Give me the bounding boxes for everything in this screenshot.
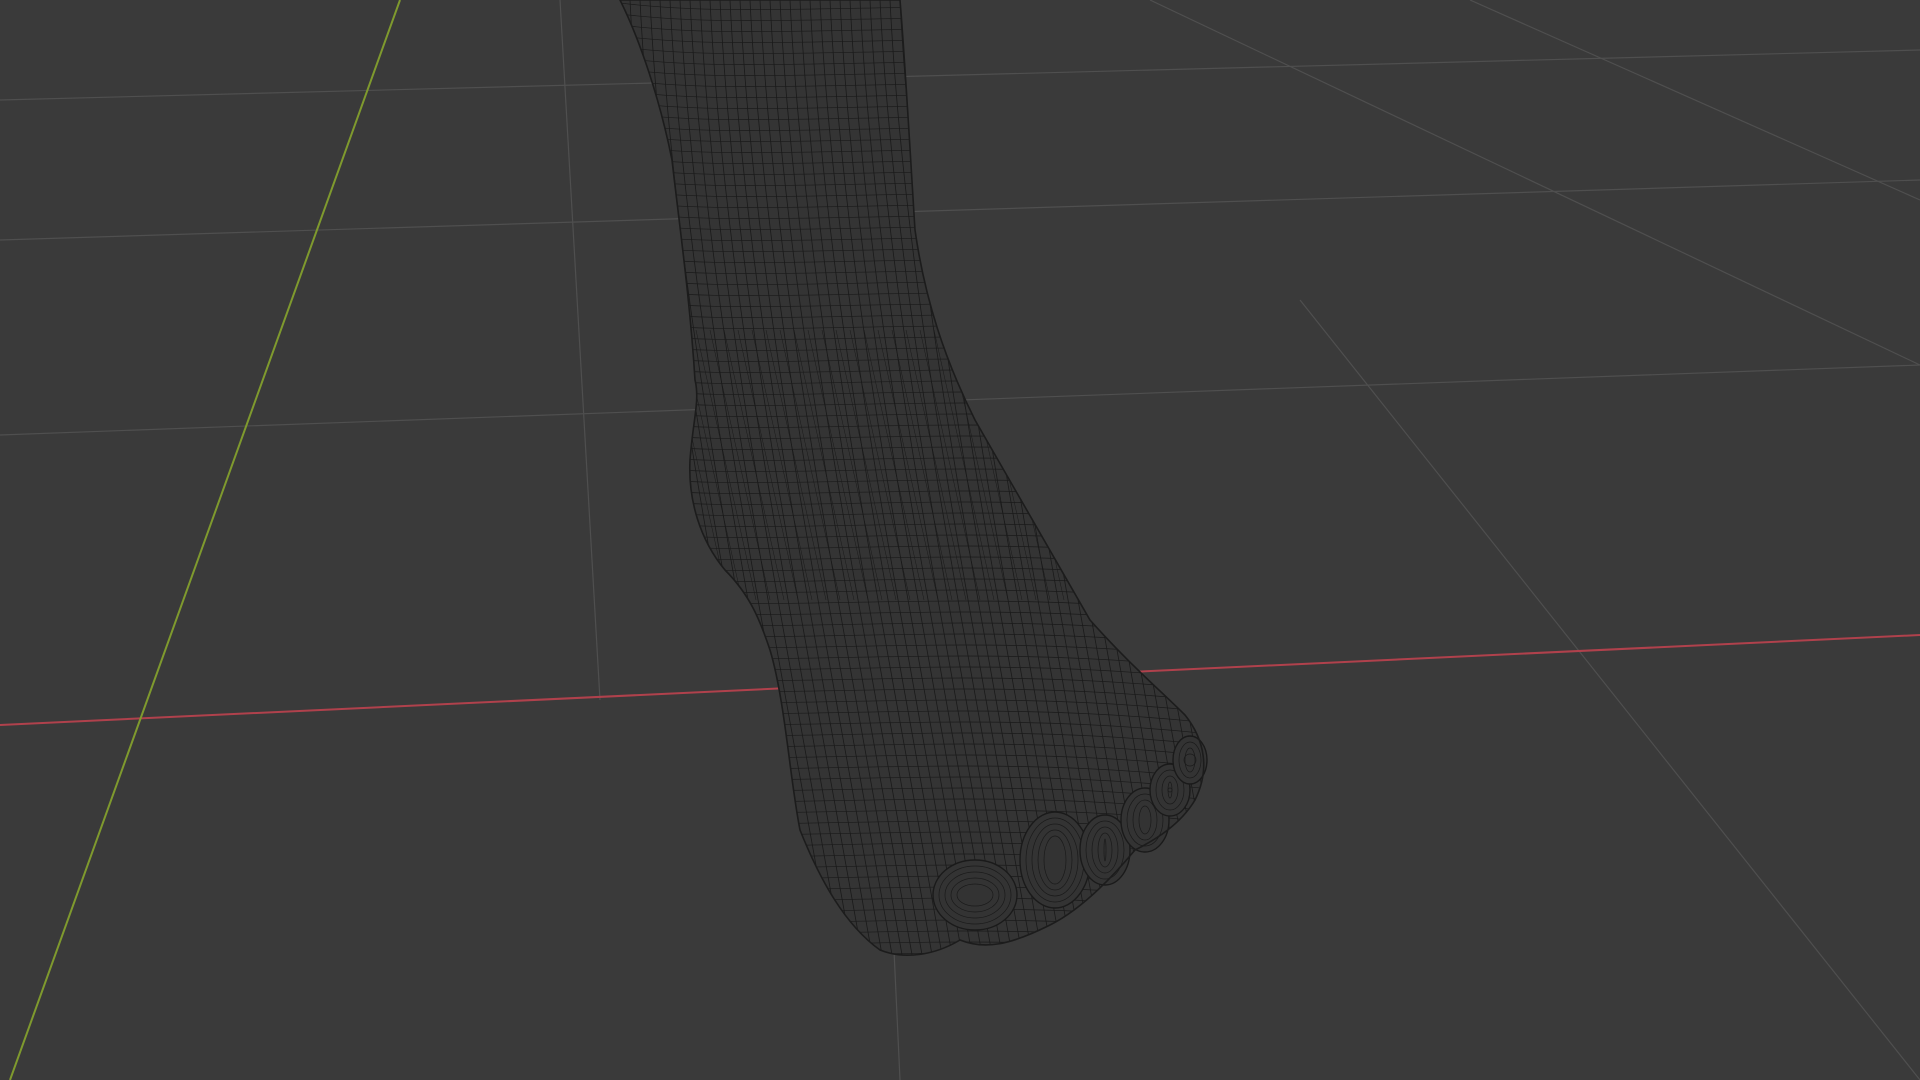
grid-line-v-3 — [559, 0, 601, 701]
wire-loop — [600, 968, 1220, 988]
wire-loop — [600, 1034, 1220, 1054]
viewport-canvas[interactable] — [0, 0, 1920, 1080]
toe-loop-1 — [1019, 811, 1091, 909]
wire-edge — [1210, 0, 1360, 1000]
wire-diagonal — [1157, 329, 1204, 601]
grid-line-h-0 — [0, 49, 1920, 101]
wire-diagonal — [1171, 329, 1204, 601]
wire-diagonal — [1129, 329, 1191, 601]
wire-loop — [600, 957, 1220, 977]
wire-edge — [1220, 0, 1370, 1000]
wire-edge — [1179, 0, 1204, 956]
wire-diagonal — [1059, 329, 1121, 601]
wire-edge — [1149, 0, 1204, 956]
wire-diagonal — [1101, 329, 1163, 601]
wire-diagonal — [1185, 329, 1204, 601]
y-axis-line — [9, 0, 401, 1080]
foot-mesh[interactable] — [600, 0, 1370, 1054]
grid-line-h-1 — [0, 179, 1920, 241]
wire-edge — [1159, 0, 1204, 956]
wire-diagonal — [1087, 329, 1149, 601]
wire-loop — [600, 1023, 1220, 1043]
grid-line-v-1 — [1469, 0, 1920, 201]
wire-loop — [600, 990, 1220, 1010]
toe-loop-5 — [1172, 735, 1208, 785]
wire-diagonal — [1143, 329, 1204, 601]
wire-edge — [1169, 0, 1204, 956]
wire-loop — [600, 979, 1220, 999]
wire-diagonal — [1073, 329, 1135, 601]
wire-diagonal — [1115, 329, 1177, 601]
wire-edge — [1139, 0, 1204, 956]
toe-loop-0 — [932, 859, 1018, 931]
grid-line-diag — [1299, 299, 1920, 1080]
grid-line-v-0 — [1149, 0, 1920, 366]
3d-viewport[interactable] — [0, 0, 1920, 1080]
wire-loop — [600, 1012, 1220, 1032]
wire-loop — [600, 1001, 1220, 1021]
wire-edge — [1189, 0, 1204, 956]
wire-edge — [1199, 0, 1204, 956]
